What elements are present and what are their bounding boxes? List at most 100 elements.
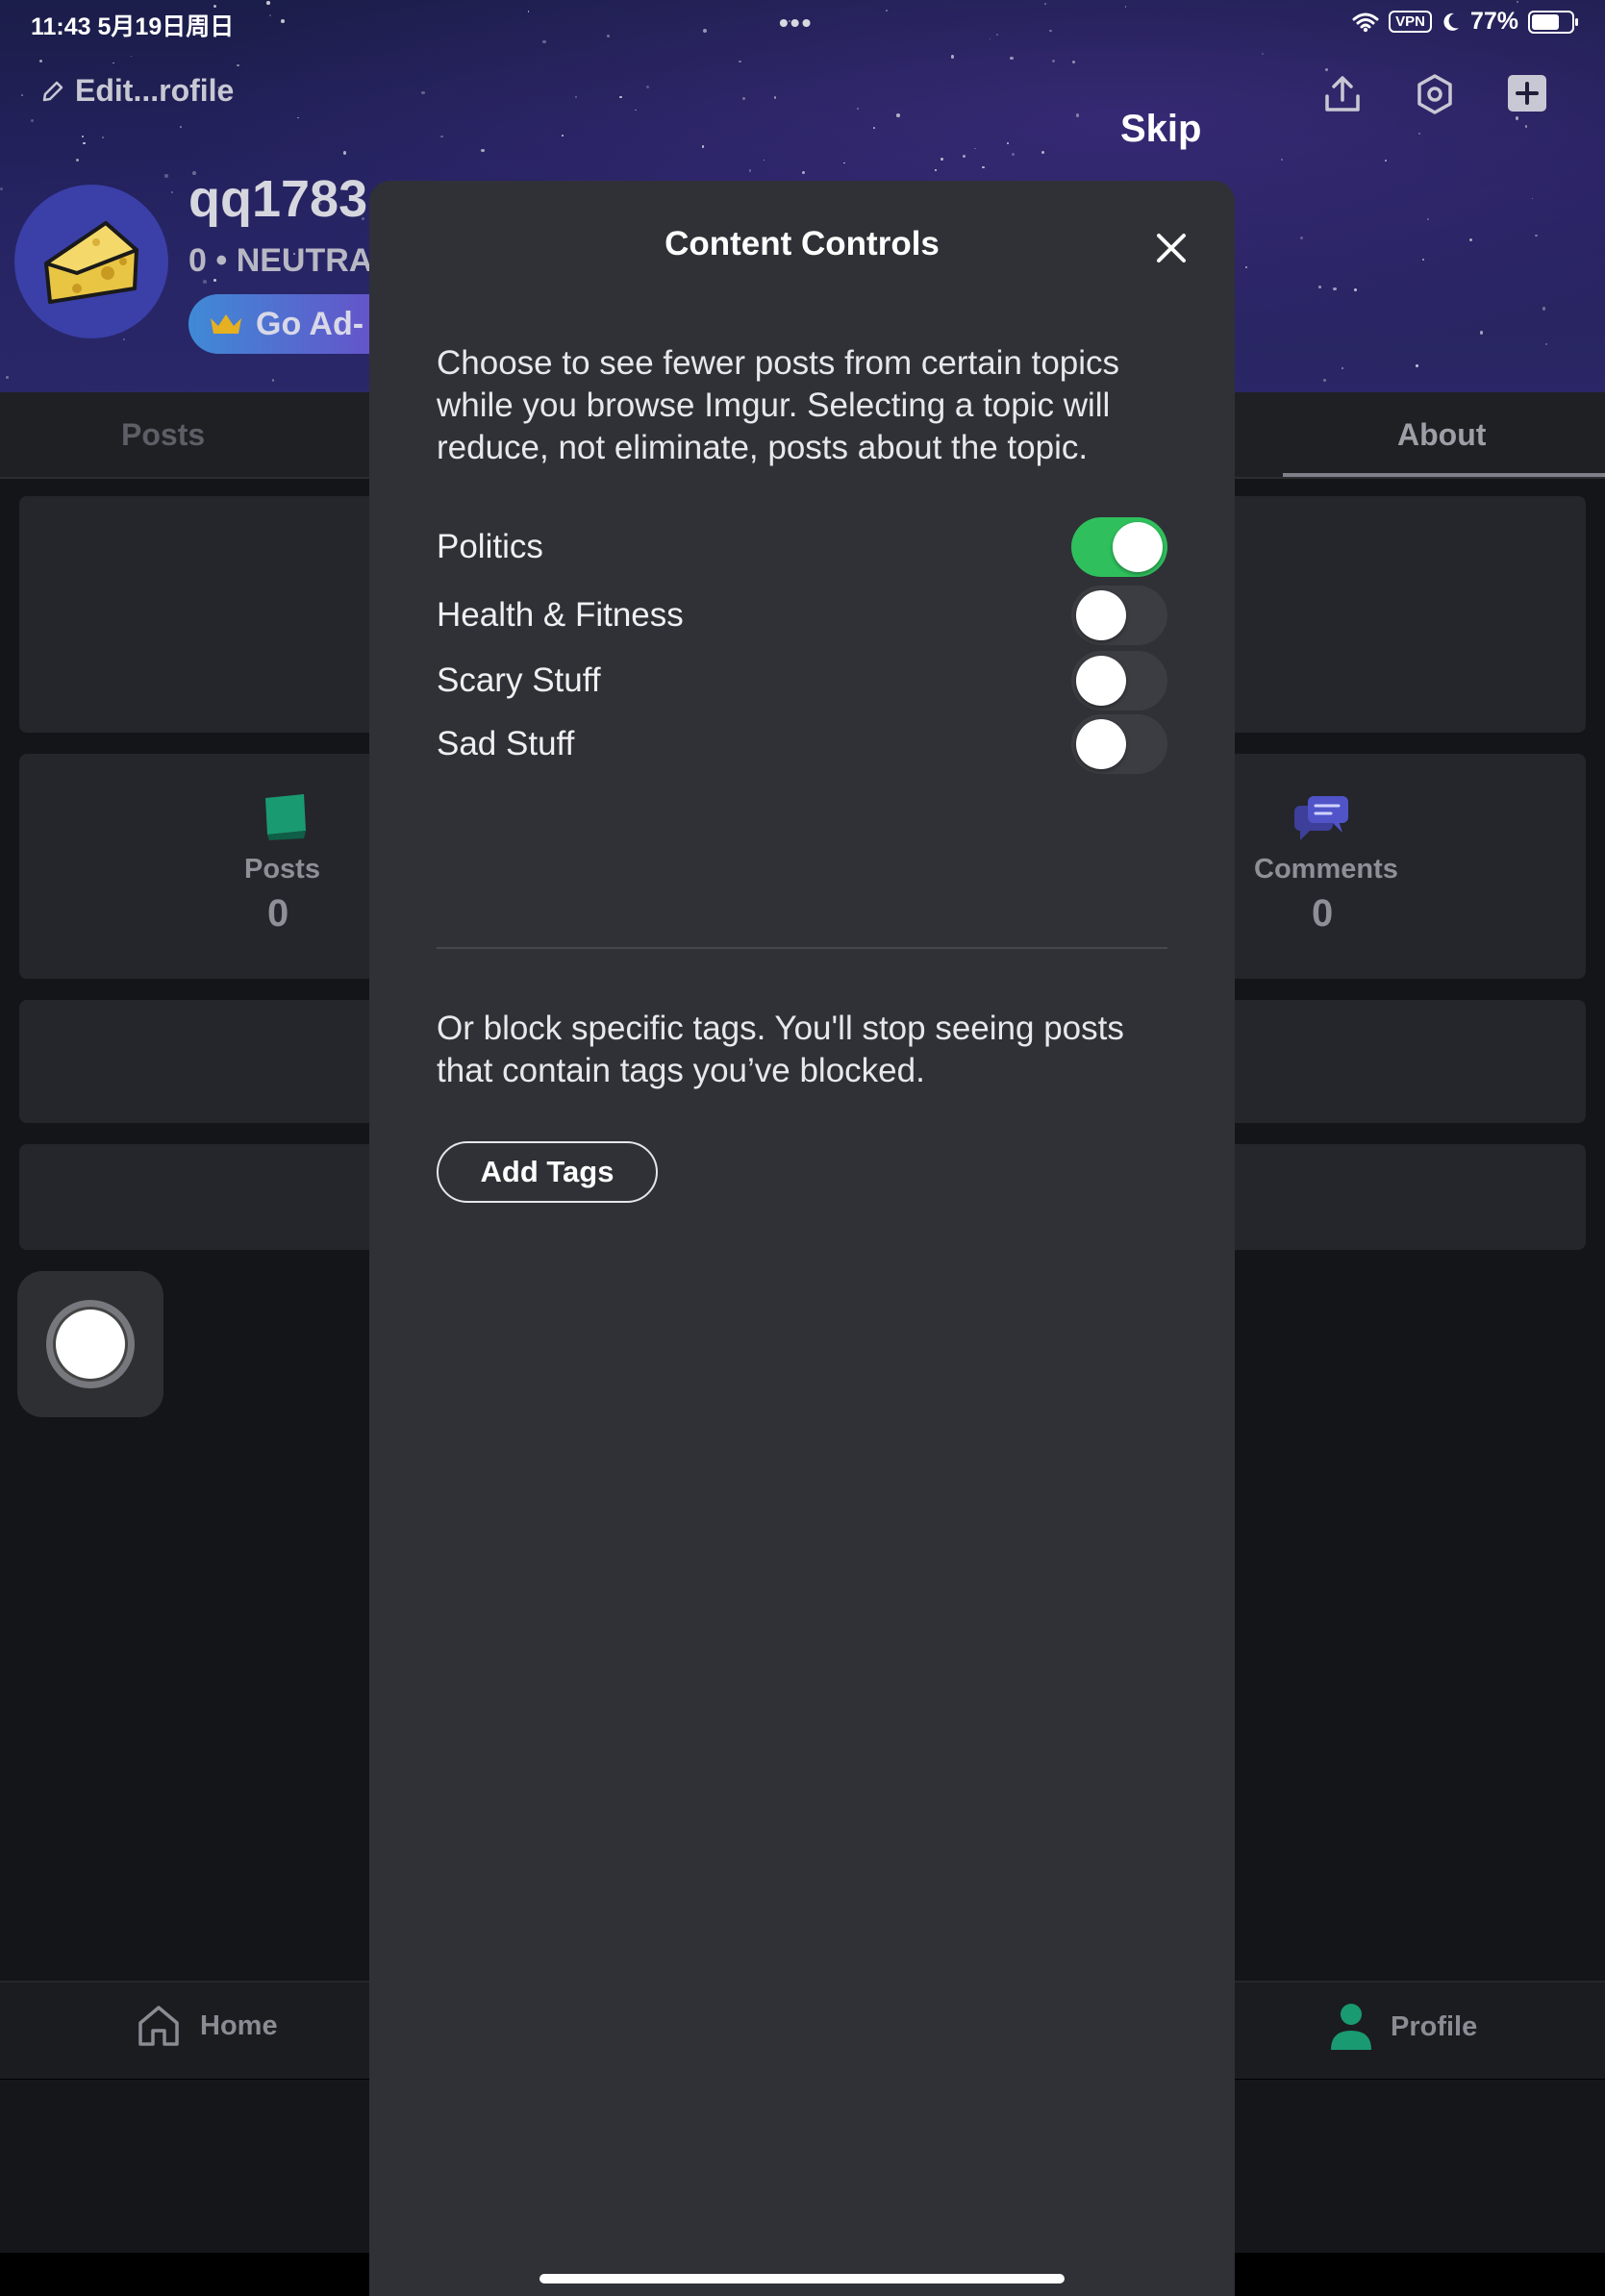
star-dot: [297, 116, 299, 119]
star-dot: [130, 55, 133, 58]
pencil-icon: [42, 81, 63, 101]
go-ad-free-label: Go Ad-: [256, 305, 364, 342]
new-post-icon[interactable]: [1502, 69, 1552, 119]
star-dot: [164, 174, 168, 178]
cheese-icon: [44, 221, 138, 304]
star-dot: [1468, 237, 1473, 242]
star-dot: [1421, 258, 1424, 262]
star-dot: [950, 55, 954, 59]
scary-stuff-toggle[interactable]: [1071, 651, 1167, 711]
posts-stat-icon: [265, 794, 306, 840]
posts-stat-value: 0: [267, 892, 289, 935]
star-dot: [962, 154, 966, 159]
star-dot: [1516, 0, 1519, 4]
star-dot: [857, 107, 860, 110]
tab-about[interactable]: About: [1397, 417, 1486, 453]
topic-row-sad-stuff: Sad Stuff: [437, 713, 1167, 775]
username: qq1783: [188, 170, 368, 228]
star-dot: [203, 280, 207, 285]
block-tags-description: Or block specific tags. You'll stop seei…: [437, 1010, 1124, 1089]
avatar[interactable]: [14, 185, 168, 338]
multitasking-dots[interactable]: •••: [779, 8, 813, 38]
skip-button[interactable]: Skip: [1120, 108, 1201, 151]
politics-toggle[interactable]: [1071, 517, 1167, 577]
star-dot: [281, 19, 286, 23]
star-dot: [1124, 5, 1127, 8]
star-dot: [1416, 364, 1418, 367]
star-dot: [113, 62, 114, 64]
star-dot: [170, 190, 174, 194]
star-dot: [237, 63, 239, 67]
star-dot: [1244, 266, 1247, 269]
star-dot: [940, 158, 943, 161]
status-time: 11:43 5月19日周日: [31, 13, 235, 40]
star-dot: [1384, 159, 1388, 162]
star-dot: [6, 376, 10, 380]
nav-home[interactable]: Home: [135, 2002, 278, 2050]
topic-label: Politics: [437, 528, 543, 565]
star-dot: [1427, 218, 1429, 221]
star-dot: [982, 165, 985, 169]
wifi-icon: [1352, 12, 1379, 32]
star-dot: [741, 96, 746, 100]
edit-profile-button[interactable]: Edit...rofile: [40, 73, 234, 109]
star-dot: [1051, 59, 1055, 62]
star-dot: [635, 109, 637, 112]
star-dot: [1044, 3, 1046, 5]
edit-profile-label: Edit...rofile: [75, 73, 235, 108]
star-dot: [1341, 366, 1344, 370]
star-dot: [1479, 331, 1483, 335]
reputation-label: 0 • NEUTRAL: [188, 242, 393, 279]
star-dot: [123, 338, 125, 341]
star-dot: [82, 141, 86, 145]
star-dot: [763, 159, 765, 162]
star-dot: [935, 169, 938, 172]
star-dot: [1535, 234, 1538, 237]
go-ad-free-button[interactable]: Go Ad-: [188, 294, 400, 354]
sad-stuff-toggle[interactable]: [1071, 714, 1167, 774]
star-dot: [343, 151, 347, 155]
add-tags-button[interactable]: Add Tags: [437, 1141, 658, 1203]
star-dot: [1072, 61, 1076, 64]
comments-stat-icon: [1294, 796, 1348, 840]
divider: [437, 947, 1167, 949]
status-indicators: VPN 77%: [1352, 8, 1578, 36]
settings-icon[interactable]: [1410, 69, 1460, 119]
star-dot: [1524, 124, 1528, 128]
assistive-touch-button[interactable]: [17, 1271, 163, 1417]
star-dot: [619, 95, 622, 99]
star-dot: [1041, 150, 1045, 154]
star-dot: [701, 144, 705, 148]
share-icon[interactable]: [1317, 69, 1367, 119]
star-dot: [1010, 56, 1014, 61]
star-dot: [21, 94, 24, 96]
home-indicator[interactable]: [539, 2274, 1065, 2284]
star-dot: [1049, 29, 1053, 33]
star-dot: [421, 90, 425, 95]
topic-row-health-fitness: Health & Fitness: [437, 585, 1167, 646]
close-icon[interactable]: [1152, 229, 1191, 267]
health-fitness-toggle[interactable]: [1071, 586, 1167, 645]
nav-home-label: Home: [200, 2009, 278, 2041]
star-dot: [481, 148, 486, 153]
tab-posts[interactable]: Posts: [121, 417, 205, 453]
home-icon: [138, 2006, 179, 2046]
star-dot: [527, 11, 530, 12]
nav-profile[interactable]: Profile: [1329, 2002, 1477, 2052]
star-dot: [842, 162, 845, 164]
star-dot: [1262, 52, 1265, 55]
star-dot: [81, 135, 84, 138]
star-dot: [989, 37, 991, 40]
battery-fill: [1532, 13, 1559, 30]
star-dot: [995, 33, 999, 37]
star-dot: [440, 136, 443, 138]
star-dot: [575, 96, 578, 99]
star-dot: [646, 86, 649, 88]
posts-stat-label: Posts: [244, 854, 320, 885]
star-dot: [268, 13, 271, 16]
crown-icon: [211, 314, 241, 334]
star-dot: [266, 1, 271, 5]
comments-stat-value: 0: [1312, 892, 1334, 935]
star-dot: [896, 113, 900, 117]
star-dot: [1281, 158, 1284, 161]
